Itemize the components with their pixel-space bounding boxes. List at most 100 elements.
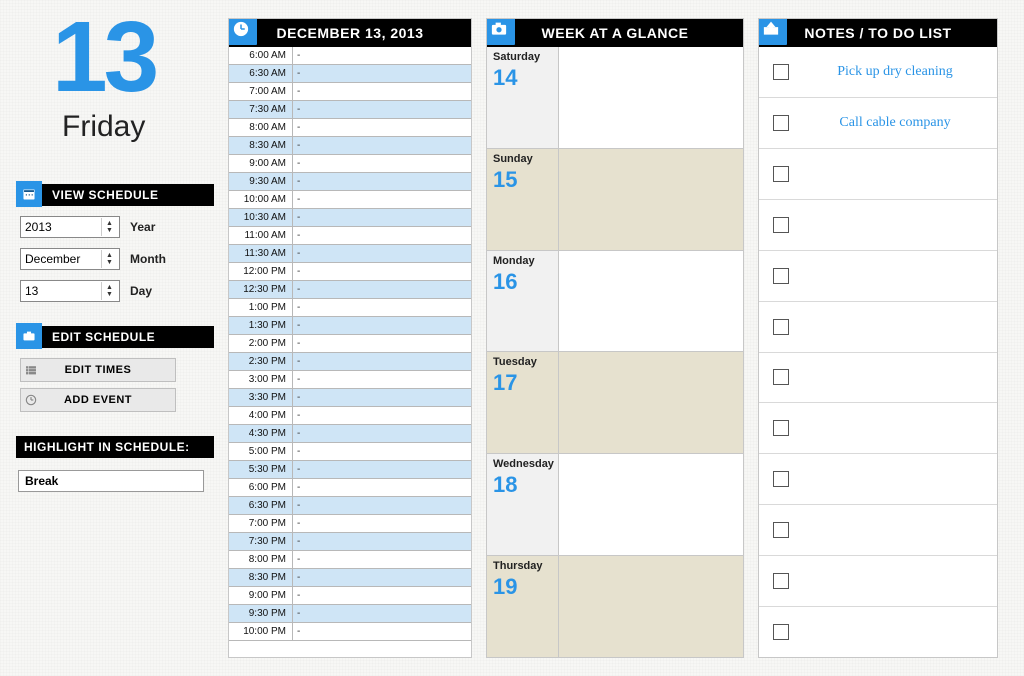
time-slot[interactable]: 4:30 PM-: [229, 425, 471, 443]
slot-value[interactable]: -: [293, 335, 471, 352]
slot-value[interactable]: -: [293, 299, 471, 316]
time-slot[interactable]: 12:00 PM-: [229, 263, 471, 281]
slot-value[interactable]: -: [293, 209, 471, 226]
time-slot[interactable]: 3:30 PM-: [229, 389, 471, 407]
slot-value[interactable]: -: [293, 353, 471, 370]
slot-value[interactable]: -: [293, 623, 471, 640]
time-slot[interactable]: 10:30 AM-: [229, 209, 471, 227]
week-day-note[interactable]: [559, 454, 743, 555]
slot-value[interactable]: -: [293, 533, 471, 550]
slot-value[interactable]: -: [293, 605, 471, 622]
week-day-note[interactable]: [559, 251, 743, 352]
week-day[interactable]: Tuesday17: [487, 352, 743, 454]
slot-value[interactable]: -: [293, 191, 471, 208]
time-slot[interactable]: 6:00 PM-: [229, 479, 471, 497]
time-slot[interactable]: 10:00 PM-: [229, 623, 471, 641]
time-slot[interactable]: 7:30 AM-: [229, 101, 471, 119]
note-checkbox[interactable]: [773, 624, 789, 640]
slot-value[interactable]: -: [293, 83, 471, 100]
time-slot[interactable]: 8:00 PM-: [229, 551, 471, 569]
slot-value[interactable]: -: [293, 587, 471, 604]
week-day[interactable]: Monday16: [487, 251, 743, 353]
note-text[interactable]: Pick up dry cleaning: [803, 64, 987, 79]
week-day-note[interactable]: [559, 47, 743, 148]
note-checkbox[interactable]: [773, 522, 789, 538]
time-slot[interactable]: 11:30 AM-: [229, 245, 471, 263]
time-slot[interactable]: 1:30 PM-: [229, 317, 471, 335]
slot-value[interactable]: -: [293, 281, 471, 298]
day-input[interactable]: 13 ▲▼: [20, 280, 120, 302]
week-day[interactable]: Saturday14: [487, 47, 743, 149]
time-slot[interactable]: 6:30 AM-: [229, 65, 471, 83]
time-slot[interactable]: 5:00 PM-: [229, 443, 471, 461]
note-text[interactable]: Call cable company: [803, 115, 987, 130]
time-slot[interactable]: 10:00 AM-: [229, 191, 471, 209]
slot-value[interactable]: -: [293, 407, 471, 424]
time-slot[interactable]: 7:00 AM-: [229, 83, 471, 101]
time-slot[interactable]: 9:00 PM-: [229, 587, 471, 605]
time-slot[interactable]: 6:30 PM-: [229, 497, 471, 515]
time-slot[interactable]: 9:30 PM-: [229, 605, 471, 623]
slot-value[interactable]: -: [293, 497, 471, 514]
note-checkbox[interactable]: [773, 420, 789, 436]
slot-value[interactable]: -: [293, 443, 471, 460]
day-stepper[interactable]: ▲▼: [101, 282, 115, 300]
slot-value[interactable]: -: [293, 425, 471, 442]
week-day[interactable]: Sunday15: [487, 149, 743, 251]
year-input[interactable]: 2013 ▲▼: [20, 216, 120, 238]
add-event-button[interactable]: ADD EVENT: [20, 388, 176, 412]
edit-times-button[interactable]: EDIT TIMES: [20, 358, 176, 382]
time-slot[interactable]: 2:30 PM-: [229, 353, 471, 371]
time-slot[interactable]: 4:00 PM-: [229, 407, 471, 425]
slot-value[interactable]: -: [293, 551, 471, 568]
year-stepper[interactable]: ▲▼: [101, 218, 115, 236]
slot-value[interactable]: -: [293, 119, 471, 136]
highlight-input[interactable]: [18, 470, 204, 492]
note-checkbox[interactable]: [773, 64, 789, 80]
time-slot[interactable]: 8:30 PM-: [229, 569, 471, 587]
time-slot[interactable]: 5:30 PM-: [229, 461, 471, 479]
slot-value[interactable]: -: [293, 569, 471, 586]
week-day[interactable]: Wednesday18: [487, 454, 743, 556]
note-checkbox[interactable]: [773, 166, 789, 182]
time-slot[interactable]: 1:00 PM-: [229, 299, 471, 317]
week-day-note[interactable]: [559, 556, 743, 657]
note-checkbox[interactable]: [773, 573, 789, 589]
month-input[interactable]: December ▲▼: [20, 248, 120, 270]
note-checkbox[interactable]: [773, 268, 789, 284]
slot-value[interactable]: -: [293, 47, 471, 64]
note-checkbox[interactable]: [773, 319, 789, 335]
slot-value[interactable]: -: [293, 227, 471, 244]
slot-value[interactable]: -: [293, 101, 471, 118]
time-slot[interactable]: 6:00 AM-: [229, 47, 471, 65]
month-stepper[interactable]: ▲▼: [101, 250, 115, 268]
note-checkbox[interactable]: [773, 369, 789, 385]
slot-value[interactable]: -: [293, 263, 471, 280]
slot-value[interactable]: -: [293, 515, 471, 532]
week-day-note[interactable]: [559, 149, 743, 250]
time-slot[interactable]: 3:00 PM-: [229, 371, 471, 389]
time-slot[interactable]: 8:30 AM-: [229, 137, 471, 155]
time-slot[interactable]: 9:30 AM-: [229, 173, 471, 191]
slot-value[interactable]: -: [293, 245, 471, 262]
slot-value[interactable]: -: [293, 479, 471, 496]
week-day[interactable]: Thursday19: [487, 556, 743, 657]
slot-value[interactable]: -: [293, 155, 471, 172]
slot-value[interactable]: -: [293, 173, 471, 190]
slot-value[interactable]: -: [293, 389, 471, 406]
note-checkbox[interactable]: [773, 115, 789, 131]
week-day-note[interactable]: [559, 352, 743, 453]
time-slot[interactable]: 2:00 PM-: [229, 335, 471, 353]
time-slot[interactable]: 11:00 AM-: [229, 227, 471, 245]
time-slot[interactable]: 7:30 PM-: [229, 533, 471, 551]
note-checkbox[interactable]: [773, 217, 789, 233]
slot-value[interactable]: -: [293, 317, 471, 334]
time-slot[interactable]: 8:00 AM-: [229, 119, 471, 137]
time-slot[interactable]: 12:30 PM-: [229, 281, 471, 299]
note-checkbox[interactable]: [773, 471, 789, 487]
slot-value[interactable]: -: [293, 371, 471, 388]
slot-value[interactable]: -: [293, 461, 471, 478]
time-slot[interactable]: 7:00 PM-: [229, 515, 471, 533]
slot-value[interactable]: -: [293, 65, 471, 82]
slot-value[interactable]: -: [293, 137, 471, 154]
